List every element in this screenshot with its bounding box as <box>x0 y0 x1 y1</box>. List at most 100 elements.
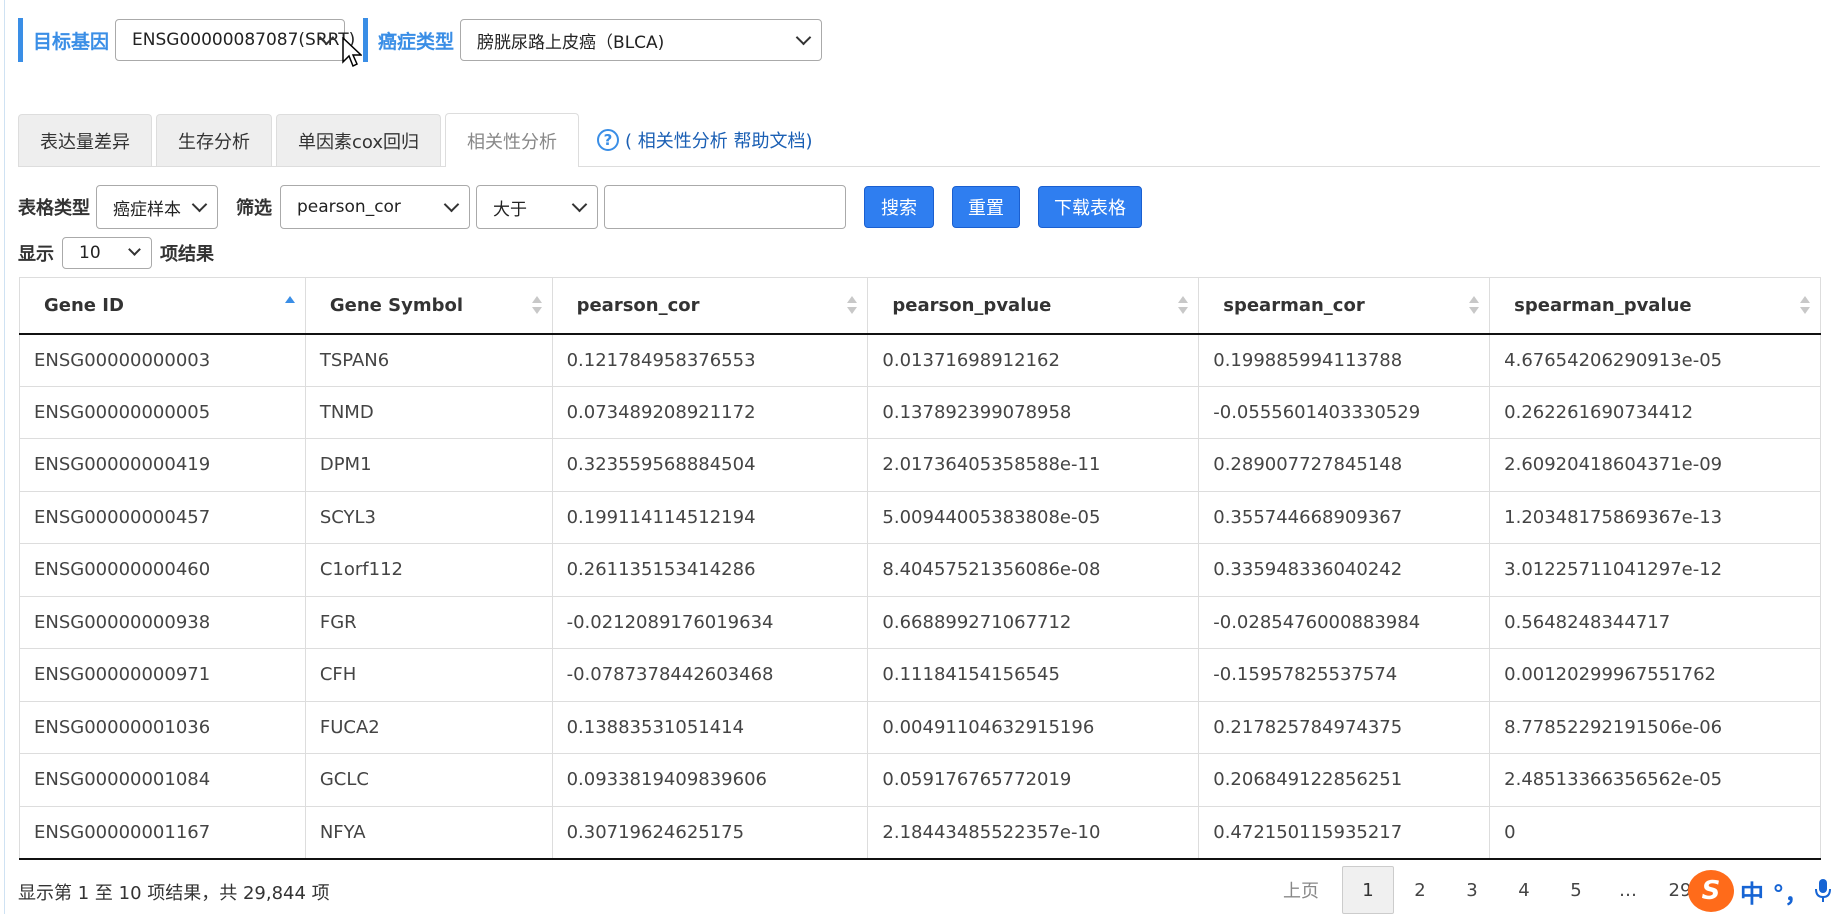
cancer-type-label: 癌症类型 <box>363 18 454 62</box>
table-cell: 0.11184154156545 <box>867 648 1200 702</box>
tab-expression-diff[interactable]: 表达量差异 <box>18 114 152 166</box>
table-cell: FUCA2 <box>304 700 553 754</box>
table-cell: 8.77852292191506e-06 <box>1489 700 1821 754</box>
chevron-down-icon <box>128 243 141 256</box>
column-header-label: pearson_pvalue <box>892 294 1052 316</box>
table-cell: TSPAN6 <box>304 333 553 387</box>
analysis-tabs: 表达量差异 生存分析 单因素cox回归 相关性分析 ? ( 相关性分析 帮助文档… <box>18 113 1820 167</box>
table-cell: 0.355744668909367 <box>1198 490 1491 544</box>
table-cell: 0.30719624625175 <box>551 805 869 860</box>
column-header-label: Gene ID <box>44 294 124 316</box>
microphone-icon <box>1815 879 1832 902</box>
table-cell: 0.217825784974375 <box>1198 700 1491 754</box>
table-row: ENSG00000001167 NFYA 0.30719624625175 2.184… <box>19 805 1821 860</box>
target-gene-label: 目标基因 <box>18 18 109 62</box>
column-header[interactable]: spearman_pvalue <box>1489 277 1821 335</box>
table-cell: -0.15957825537574 <box>1198 648 1491 702</box>
table-cell: 4.67654206290913e-05 <box>1489 333 1821 387</box>
table-row: ENSG00000001036 FUCA2 0.13883531051414 0.00… <box>19 700 1821 754</box>
target-gene-select[interactable]: ENSG00000087087(SRRT) <box>115 19 355 61</box>
cancer-type-select[interactable]: 膀胱尿路上皮癌（BLCA) <box>460 19 823 61</box>
table-cell: 0 <box>1489 805 1821 860</box>
filter-row: 表格类型 癌症样本 筛选 pearson_cor 大于 搜索 重置 下载表格 <box>18 185 1142 229</box>
filter-operator-select[interactable]: 大于 <box>476 185 598 229</box>
column-header[interactable]: Gene Symbol <box>304 277 553 335</box>
table-cell: 0.206849122856251 <box>1198 753 1491 807</box>
table-type-label: 表格类型 <box>18 198 90 219</box>
table-type-select[interactable]: 癌症样本 <box>96 185 218 229</box>
table-cell: ENSG00000000005 <box>19 385 306 439</box>
table-row: ENSG00000000460 C1orf112 0.261135153414286… <box>19 543 1821 597</box>
tab-cox-regression[interactable]: 单因素cox回归 <box>276 114 442 166</box>
filter-field-select[interactable]: pearson_cor <box>280 185 470 229</box>
table-cell: ENSG00000000419 <box>19 438 306 492</box>
table-cell: 0.262261690734412 <box>1489 385 1821 439</box>
table-cell: 0.289007727845148 <box>1198 438 1491 492</box>
tab-correlation[interactable]: 相关性分析 <box>445 113 580 167</box>
prev-page-button[interactable]: 上页 <box>1260 866 1342 914</box>
table-cell: 2.01736405358588e-11 <box>867 438 1200 492</box>
table-header-row: Gene ID Gene Symbol pearson_cor pearson_pva… <box>19 277 1821 335</box>
table-cell: -0.0787378442603468 <box>551 648 869 702</box>
table-cell: 2.18443485522357e-10 <box>867 805 1200 860</box>
table-cell: 0.335948336040242 <box>1198 543 1491 597</box>
page-border <box>4 0 5 914</box>
table-cell: ENSG00000000938 <box>19 595 306 649</box>
table-body: ENSG00000000003 TSPAN6 0.121784958376553 0.… <box>19 333 1821 860</box>
table-row: ENSG00000000003 TSPAN6 0.121784958376553 0.… <box>19 333 1821 387</box>
sort-icon <box>1469 296 1480 315</box>
table-cell: 0.668899271067712 <box>867 595 1200 649</box>
page-button[interactable]: 3 <box>1446 866 1498 914</box>
table-cell: 5.00944005383808e-05 <box>867 490 1200 544</box>
table-cell: 1.20348175869367e-13 <box>1489 490 1821 544</box>
table-cell: 0.261135153414286 <box>551 543 869 597</box>
table-cell: 0.01371698912162 <box>867 333 1200 387</box>
table-cell: 8.40457521356086e-08 <box>867 543 1200 597</box>
sort-icon <box>1800 296 1810 315</box>
chevron-down-icon <box>795 29 812 46</box>
table-cell: GCLC <box>304 753 553 807</box>
table-cell: ENSG00000001167 <box>19 805 306 860</box>
table-row: ENSG00000000457 SCYL3 0.199114114512194 5.0… <box>19 490 1821 544</box>
page-button[interactable]: 5 <box>1550 866 1602 914</box>
column-header[interactable]: pearson_pvalue <box>867 277 1200 335</box>
table-info: 显示第 1 至 10 项结果，共 29,844 项 <box>18 883 330 904</box>
filter-value-input[interactable] <box>604 185 846 229</box>
chevron-down-icon <box>191 196 208 213</box>
correlation-table: Gene ID Gene Symbol pearson_cor pearson_pva… <box>19 277 1821 860</box>
mouse-cursor-icon <box>342 37 362 68</box>
reset-button[interactable]: 重置 <box>952 186 1020 228</box>
sort-icon <box>1178 296 1189 315</box>
table-cell: TNMD <box>304 385 553 439</box>
column-header[interactable]: pearson_cor <box>551 277 869 335</box>
table-row: ENSG00000000419 DPM1 0.323559568884504 2.01… <box>19 438 1821 492</box>
table-cell: C1orf112 <box>304 543 553 597</box>
column-header[interactable]: Gene ID <box>19 277 306 335</box>
page-button[interactable]: 2 <box>1394 866 1446 914</box>
table-row: ENSG00000000005 TNMD 0.073489208921172 0.13… <box>19 385 1821 439</box>
table-cell: 0.0933819409839606 <box>551 753 869 807</box>
page-length-select[interactable]: 10 <box>62 237 152 269</box>
table-cell: 0.121784958376553 <box>551 333 869 387</box>
tab-survival[interactable]: 生存分析 <box>156 114 272 166</box>
help-doc-link[interactable]: ? ( 相关性分析 帮助文档) <box>597 114 813 166</box>
table-cell: FGR <box>304 595 553 649</box>
ime-toolbar[interactable]: S 中 °， <box>1688 868 1844 914</box>
page-button[interactable]: 4 <box>1498 866 1550 914</box>
column-header[interactable]: spearman_cor <box>1198 277 1491 335</box>
table-cell: ENSG00000001036 <box>19 700 306 754</box>
table-cell: 0.00120299967551762 <box>1489 648 1821 702</box>
pagination: 上页 1 2 3 4 5… 29 <box>1260 866 1706 914</box>
gene-cancer-selector-row: 目标基因 ENSG00000087087(SRRT) 癌症类型 膀胱尿路上皮癌（… <box>18 18 823 62</box>
column-header-label: spearman_cor <box>1223 294 1365 316</box>
filter-field-value: pearson_cor <box>297 197 401 217</box>
chevron-down-icon <box>571 196 588 213</box>
table-cell: ENSG00000000971 <box>19 648 306 702</box>
sort-icon <box>847 296 858 315</box>
search-button[interactable]: 搜索 <box>864 186 934 228</box>
page-button[interactable]: 1 <box>1342 866 1394 914</box>
sort-asc-icon <box>284 296 295 304</box>
page-ellipsis: … <box>1619 879 1637 901</box>
chevron-down-icon <box>443 196 460 213</box>
download-table-button[interactable]: 下载表格 <box>1038 186 1142 228</box>
